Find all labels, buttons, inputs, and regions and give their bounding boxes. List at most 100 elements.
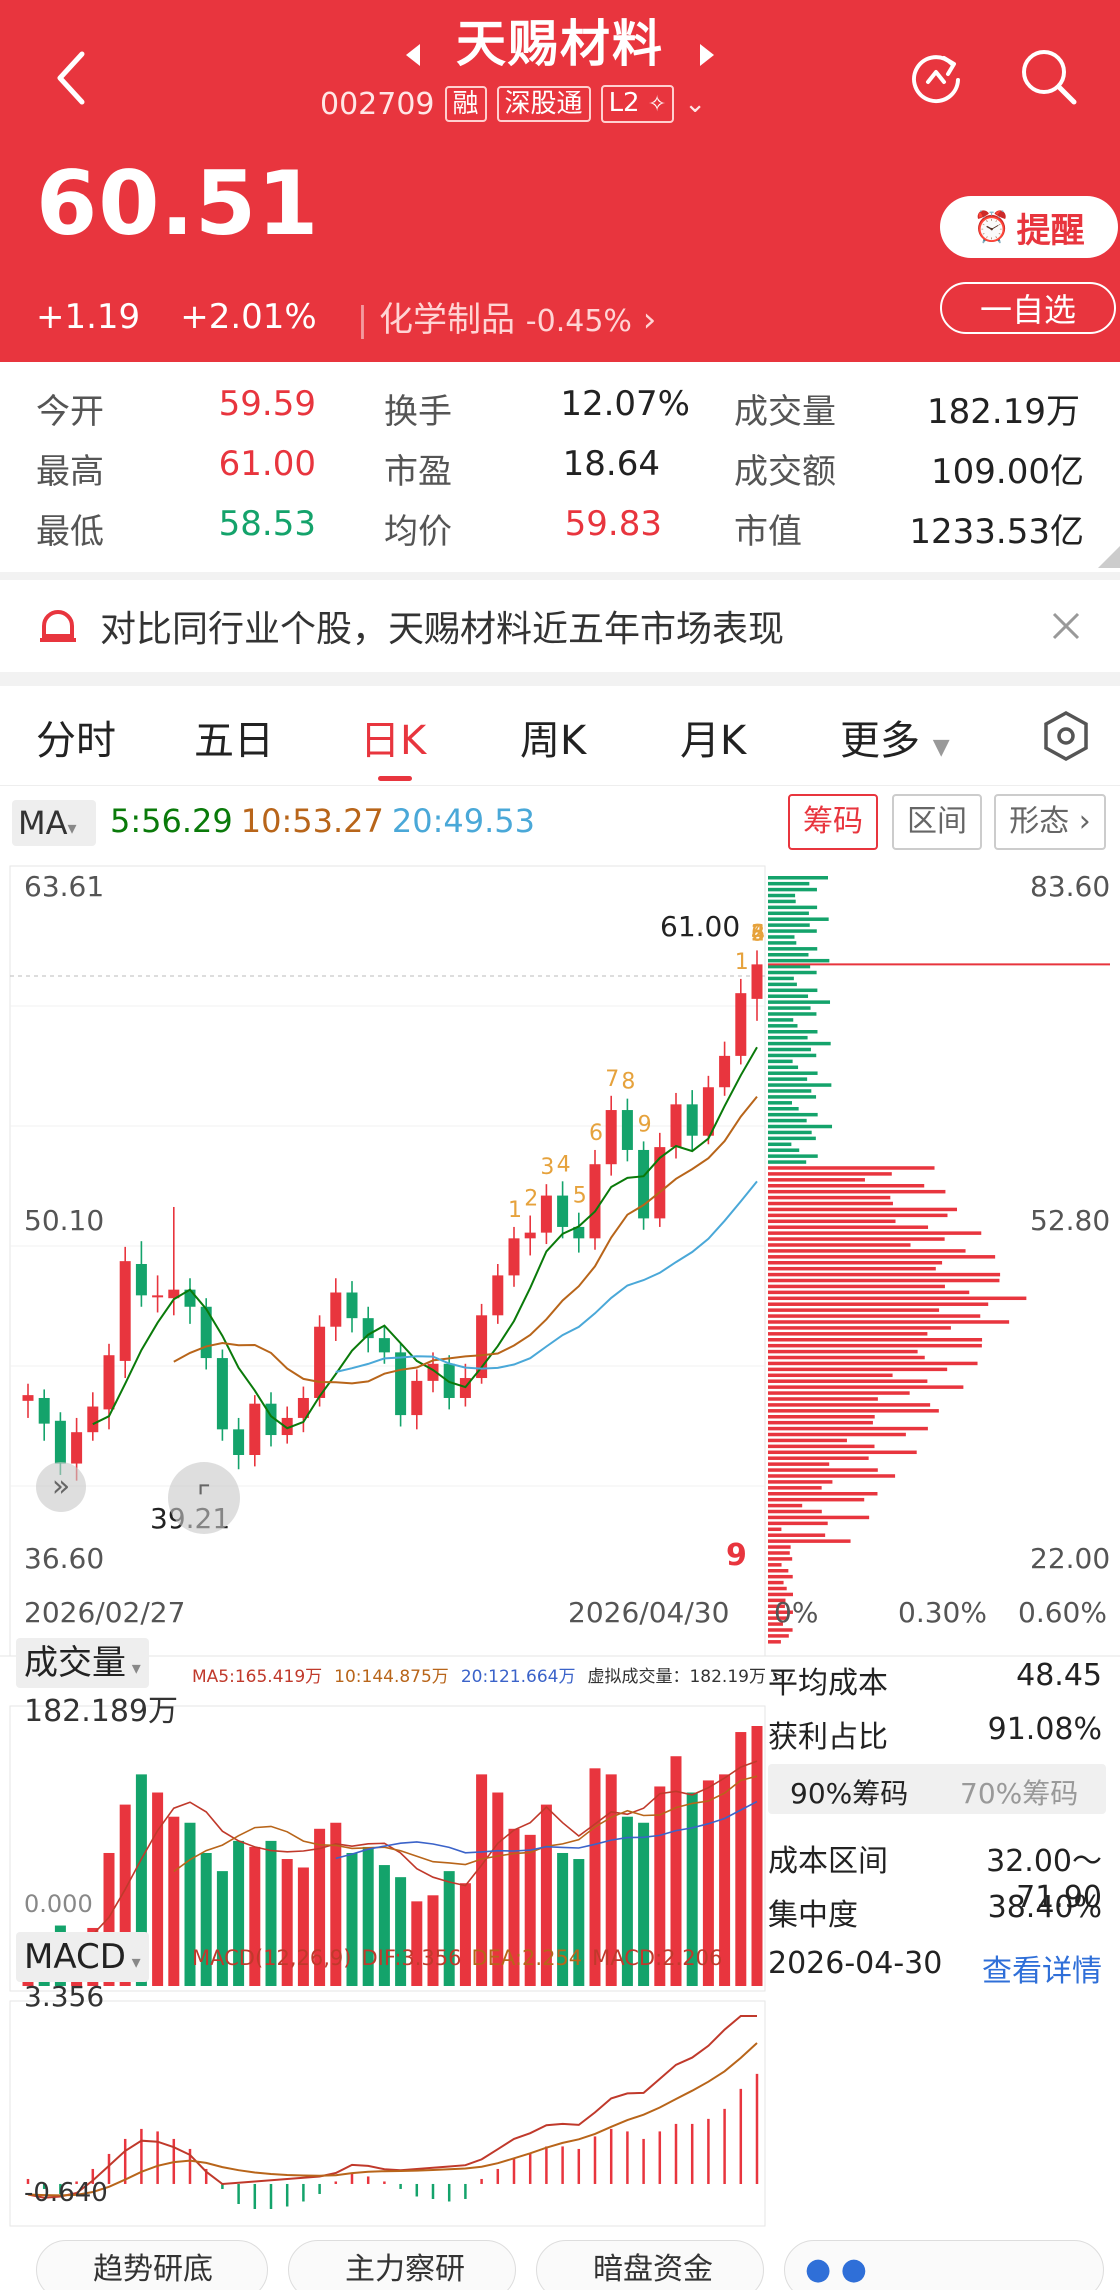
chip-bar (768, 1326, 951, 1330)
volume-selector[interactable]: 成交量 ▾ (16, 1638, 149, 1688)
td-count-mark: 6 (589, 1121, 603, 1146)
chip-bar (768, 1492, 878, 1496)
shortcut-dark-pool[interactable]: 暗盘资金 (536, 2240, 764, 2290)
chip-bar (768, 1438, 847, 1443)
stat-label: 换手 (384, 392, 452, 432)
chip-bar (768, 905, 818, 910)
crop-button[interactable]: ⌜ (168, 1462, 240, 1534)
chip-bar (768, 876, 828, 880)
candle-body (216, 1358, 228, 1430)
macd-selector[interactable]: MACD ▾ (16, 1932, 149, 1982)
refresh-icon[interactable] (904, 44, 968, 108)
chip-bar (768, 1089, 812, 1093)
chip-bar (768, 1320, 1010, 1324)
shortcut-more[interactable]: ● ● (784, 2240, 1104, 2290)
chip-bar (768, 1225, 929, 1229)
current-price: 60.51 (36, 152, 320, 255)
chip-bar (768, 1172, 892, 1176)
chip-bar (768, 1124, 833, 1129)
tab-5day[interactable]: 五日 (194, 708, 274, 766)
volume-bar (411, 1901, 423, 1986)
pattern-button[interactable]: 形态 › (994, 794, 1106, 850)
banner-text: 对比同行业个股，天赐材料近五年市场表现 (100, 609, 785, 650)
candle-body (751, 964, 763, 999)
tab-90-chips[interactable]: 90%筹码 (790, 1772, 908, 1812)
chip-bar (768, 970, 817, 975)
candle-body (119, 1261, 131, 1361)
chip-bar (768, 953, 809, 957)
chips-button[interactable]: 筹码 (788, 794, 878, 850)
chip-bar (768, 1338, 983, 1342)
chip-bar (768, 1314, 981, 1318)
kline-chart-svg[interactable]: 1 23 4567 89123456 (0, 856, 1120, 2236)
avg-cost-value: 48.45 (1016, 1658, 1102, 1693)
compare-banner[interactable]: 对比同行业个股，天赐材料近五年市场表现 (0, 580, 1120, 672)
tab-70-chips[interactable]: 70%筹码 (960, 1772, 1078, 1812)
stat-value: 59.59 (218, 384, 316, 424)
chip-bar (768, 1373, 893, 1378)
chip-bar (768, 1237, 945, 1241)
chip-bar (768, 1539, 851, 1543)
chevron-down-icon[interactable]: ⌄ (684, 89, 706, 119)
chip-axis-1: 0.30% (898, 1596, 987, 1629)
stat-value: 12.07% (560, 384, 690, 424)
chip-bar (768, 923, 810, 927)
remind-button[interactable]: ⏰ 提醒 (940, 196, 1118, 258)
chip-bar (768, 1521, 828, 1526)
candle-body (735, 993, 747, 1056)
chip-bar (768, 1278, 1000, 1283)
candle-body (87, 1406, 99, 1433)
price-axis-top: 63.61 (24, 870, 105, 903)
back-arrow-icon[interactable] (48, 48, 96, 108)
chip-bar (768, 1071, 818, 1075)
tab-more[interactable]: 更多 ▼ (840, 708, 950, 766)
candle-body (719, 1055, 731, 1088)
concentration-value: 38.40% (987, 1890, 1102, 1925)
candle-body (314, 1326, 326, 1398)
chip-bar (768, 1083, 832, 1087)
chip-bar (768, 1486, 822, 1490)
stat-label: 成交量 (734, 392, 836, 432)
search-icon[interactable] (1016, 44, 1080, 108)
view-details-link[interactable]: 查看详情 (960, 1946, 1102, 1990)
chip-bar (768, 1308, 940, 1312)
chip-bar (768, 1184, 925, 1188)
chip-bar (768, 1426, 928, 1431)
tab-weekly-k[interactable]: 周K (520, 708, 586, 766)
chip-bar (768, 988, 818, 993)
macd-legend: MACD(12,26,9) DIF:3.356 DEA:2.254 MACD:2… (192, 1946, 723, 1970)
settings-hex-icon[interactable] (1040, 710, 1092, 762)
close-icon[interactable] (1050, 610, 1082, 642)
chip-bar (768, 1450, 917, 1455)
tab-intraday[interactable]: 分时 (36, 708, 116, 766)
chart-area: MA▾ 5:56.29 10:53.27 20:49.53 筹码 区间 形态 ›… (0, 786, 1120, 2236)
candle-body (38, 1397, 50, 1424)
concentration-label: 集中度 (768, 1898, 858, 1933)
price-axis-mid: 50.10 (24, 1204, 105, 1237)
chip-bar (768, 1551, 790, 1555)
alarm-icon: ⏰ (973, 209, 1011, 245)
watchlist-button[interactable]: 一自选 (940, 282, 1116, 334)
stat-label: 市盈 (384, 452, 452, 492)
tab-monthly-k[interactable]: 月K (680, 708, 746, 766)
sector-link[interactable]: | 化学制品 -0.45% › (357, 292, 657, 341)
chip-bar (768, 1178, 865, 1182)
level2-tag[interactable]: L2 ✧ (600, 85, 675, 123)
td-count-mark: 6 (751, 921, 765, 946)
chip-bar (768, 1095, 817, 1099)
quote-stats: 今开 59.59 换手 12.07% 成交量 182.19万 最高 61.00 … (0, 362, 1120, 572)
tab-daily-k[interactable]: 日K (360, 708, 426, 766)
ma10-value: 10:53.27 (240, 802, 384, 840)
chip-bar (768, 911, 809, 916)
td-count-mark: 9 (638, 1112, 652, 1137)
shortcut-trend[interactable]: 趋势研底 (36, 2240, 268, 2290)
next-stock-icon[interactable] (700, 44, 714, 66)
chip-date: 2026-04-30 (768, 1946, 943, 1981)
ma-selector[interactable]: MA▾ (12, 800, 96, 846)
shortcut-main-force[interactable]: 主力察研 (288, 2240, 516, 2290)
chip-bar (768, 1059, 793, 1064)
chip-bar (768, 1189, 946, 1194)
range-button[interactable]: 区间 (892, 794, 982, 850)
expand-button[interactable]: » (36, 1462, 86, 1512)
chip-bar (768, 1580, 784, 1585)
